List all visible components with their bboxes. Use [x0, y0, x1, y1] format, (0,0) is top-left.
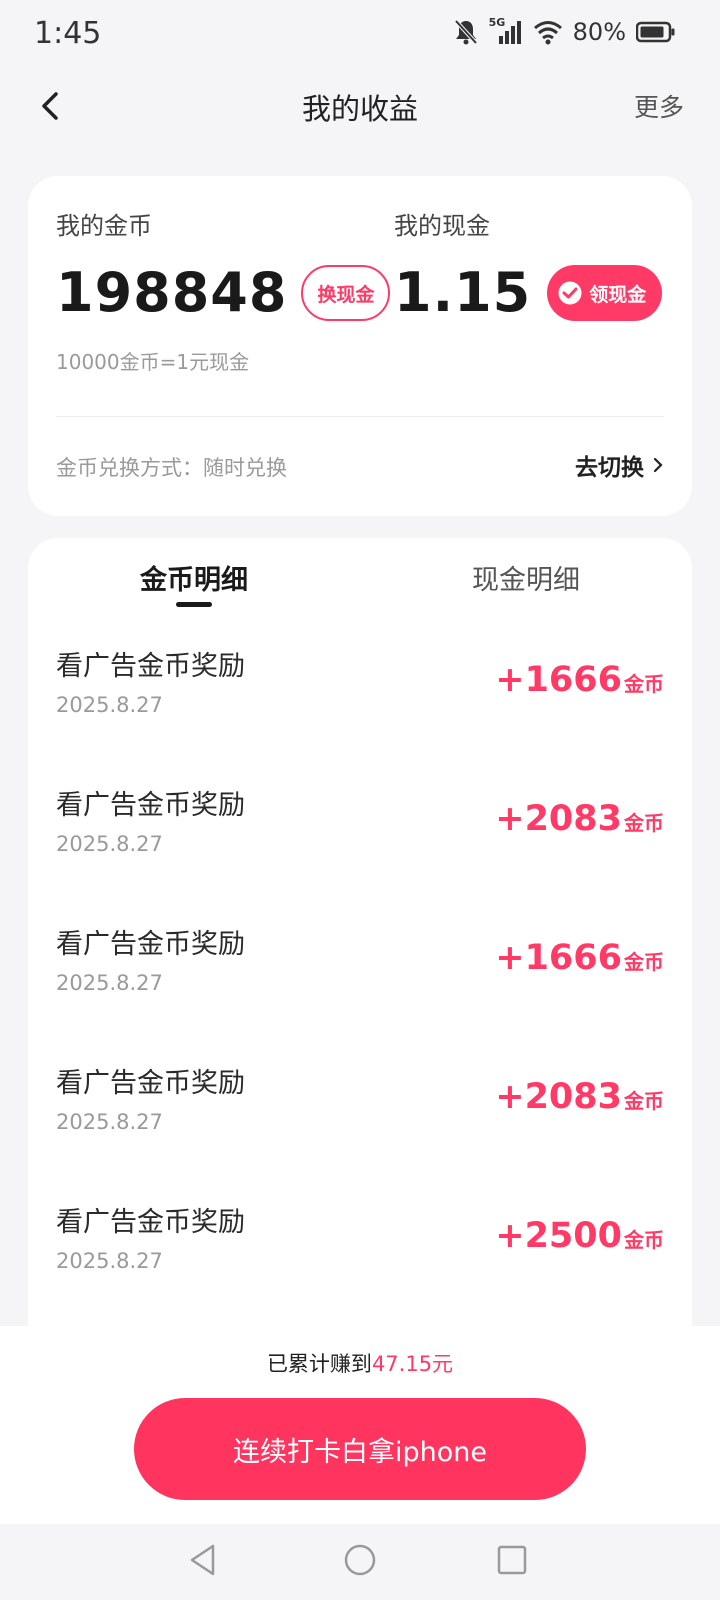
coin-label: 我的金币 [56, 212, 152, 240]
record-date: 2025.8.27 [56, 832, 163, 856]
list-item[interactable]: 看广告金币奖励 2025.8.27 +1666 金币 [28, 892, 692, 1031]
exchange-cash-button[interactable]: 换现金 [301, 265, 391, 321]
exchange-rate-text: 10000金币=1元现金 [56, 350, 250, 374]
earnings-summary-card: 我的金币 198848 换现金 我的现金 1.15 领现金 10000金币=1元… [28, 176, 692, 516]
list-item[interactable]: 看广告金币奖励 2025.8.27 +2500 金币 [28, 1170, 692, 1309]
record-amount-unit: 金币 [624, 1228, 664, 1252]
system-back-button[interactable] [182, 1538, 226, 1582]
record-amount-value: +2500 [495, 1216, 622, 1256]
cash-block: 我的现金 1.15 领现金 [394, 206, 663, 324]
list-item[interactable]: 看广告金币奖励 2025.8.27 +2083 金币 [28, 1031, 692, 1170]
triangle-back-icon [190, 1544, 215, 1576]
record-amount: +2083 金币 [495, 799, 664, 839]
status-bar: 1:45 5G 80% [0, 0, 720, 70]
earnings-screen: 1:45 5G 80% 我的收益 更多 我的金币 198848 换现金 我的现金… [0, 0, 720, 1600]
system-nav-bar [0, 1524, 720, 1600]
status-time: 1:45 [34, 16, 102, 51]
detail-card: 金币明细 现金明细 看广告金币奖励 2025.8.27 +1666 金币 看广告… [28, 538, 692, 1338]
record-amount-unit: 金币 [624, 811, 664, 835]
record-title: 看广告金币奖励 [56, 790, 245, 821]
record-date: 2025.8.27 [56, 1249, 163, 1273]
total-earned-prefix: 已累计赚到 [266, 1352, 372, 1376]
square-recents-icon [497, 1545, 527, 1575]
more-button[interactable]: 更多 [634, 88, 684, 124]
record-title: 看广告金币奖励 [56, 1068, 245, 1099]
withdraw-cash-button[interactable]: 领现金 [547, 265, 663, 321]
battery-icon [636, 21, 676, 43]
switch-mode-button[interactable]: 去切换 [575, 448, 664, 482]
switch-mode-label: 去切换 [575, 455, 644, 481]
cash-balance: 1.15 [394, 261, 532, 324]
bell-muted-icon [453, 18, 479, 46]
record-amount: +2500 金币 [495, 1216, 664, 1256]
circle-home-icon [344, 1544, 376, 1576]
record-amount-value: +1666 [495, 938, 622, 978]
cash-label: 我的现金 [394, 212, 490, 240]
tab-cash-details[interactable]: 现金明细 [360, 558, 692, 597]
record-amount-unit: 金币 [624, 1089, 664, 1113]
tab-bar: 金币明细 现金明细 [28, 538, 692, 614]
record-title: 看广告金币奖励 [56, 651, 245, 682]
record-date: 2025.8.27 [56, 1110, 163, 1134]
record-amount: +1666 金币 [495, 660, 664, 700]
tab-coin-details[interactable]: 金币明细 [28, 558, 360, 597]
divider [56, 416, 664, 417]
system-recents-button[interactable] [490, 1538, 534, 1582]
total-earned-text: 已累计赚到47.15元 [0, 1348, 720, 1378]
bottom-bar: 已累计赚到47.15元 连续打卡白拿iphone [0, 1326, 720, 1524]
record-amount-value: +2083 [495, 799, 622, 839]
nav-bar: 我的收益 更多 [0, 70, 720, 142]
coin-balance: 198848 [56, 261, 288, 324]
cellular-signal-icon: 5G [488, 16, 523, 46]
list-item[interactable]: 看广告金币奖励 2025.8.27 +1666 金币 [28, 614, 692, 753]
total-earned-amount: 47.15元 [371, 1352, 454, 1376]
record-title: 看广告金币奖励 [56, 1207, 245, 1238]
record-amount-value: +1666 [495, 660, 622, 700]
status-icons: 5G 80% [453, 16, 676, 46]
exchange-mode-text: 金币兑换方式：随时兑换 [56, 456, 287, 480]
network-type: 5G [488, 16, 506, 29]
page-title: 我的收益 [301, 92, 418, 126]
record-amount-unit: 金币 [624, 672, 664, 696]
list-item[interactable]: 看广告金币奖励 2025.8.27 +2083 金币 [28, 753, 692, 892]
active-tab-indicator [176, 602, 212, 607]
record-amount-unit: 金币 [624, 950, 664, 974]
chevron-right-icon [653, 457, 663, 473]
checkin-cta-button[interactable]: 连续打卡白拿iphone [134, 1398, 586, 1500]
record-amount: +1666 金币 [495, 938, 664, 978]
record-date: 2025.8.27 [56, 693, 163, 717]
wifi-icon [533, 19, 563, 45]
battery-percent: 80% [572, 18, 626, 46]
record-amount: +2083 金币 [495, 1077, 664, 1117]
record-title: 看广告金币奖励 [56, 929, 245, 960]
wechat-pay-icon [558, 281, 582, 305]
system-home-button[interactable] [338, 1538, 382, 1582]
record-list: 看广告金币奖励 2025.8.27 +1666 金币 看广告金币奖励 2025.… [28, 614, 692, 1309]
record-date: 2025.8.27 [56, 971, 163, 995]
coin-block: 我的金币 198848 换现金 [56, 206, 391, 324]
record-amount-value: +2083 [495, 1077, 622, 1117]
withdraw-cash-label: 领现金 [589, 283, 647, 306]
